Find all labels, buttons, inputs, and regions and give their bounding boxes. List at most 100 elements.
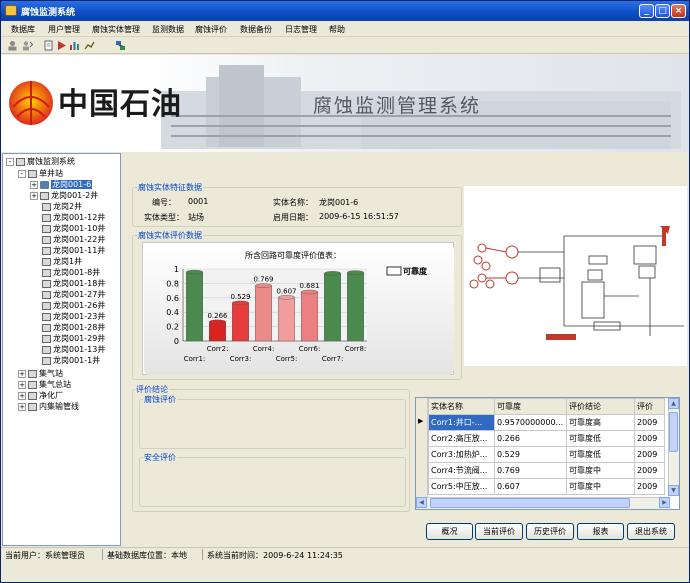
bar-cap — [255, 283, 272, 288]
tree-group-purification-plant[interactable]: + 净化厂 — [18, 390, 63, 401]
menu-corrosion-evaluation[interactable]: 腐蚀评价 — [195, 24, 227, 35]
tree-item-well[interactable]: + 龙岗001-6 — [30, 179, 93, 190]
table-row[interactable]: Corr3:加热炉... 0.529 可靠度低 2009 — [428, 446, 665, 463]
tree-item-well[interactable]: 龙岗001-22井 — [42, 234, 105, 245]
tree-item-well[interactable]: 龙岗001-29井 — [42, 333, 105, 344]
menu-log-management[interactable]: 日志管理 — [285, 24, 317, 35]
column-header[interactable]: 可靠度 — [494, 398, 567, 415]
network-icon[interactable] — [115, 40, 126, 51]
expand-icon[interactable]: + — [30, 180, 38, 189]
bar-cap — [278, 295, 295, 300]
x-tick-label: Corr1: — [184, 355, 206, 363]
horizontal-scrollbar[interactable]: ◀ ▶ — [416, 497, 670, 509]
collapse-icon[interactable]: - — [6, 157, 14, 166]
expand-icon[interactable]: + — [18, 380, 26, 389]
bar-cap — [186, 269, 203, 275]
table-cell[interactable]: 可靠度低 — [566, 430, 635, 447]
current-evaluation-button[interactable]: 当前评价 — [475, 523, 523, 540]
expand-icon[interactable]: + — [18, 369, 26, 378]
scroll-left-icon[interactable]: ◀ — [416, 497, 427, 508]
column-header[interactable]: 评价 — [634, 398, 665, 415]
expand-icon[interactable]: + — [30, 191, 38, 200]
user-switch-icon[interactable] — [22, 40, 33, 51]
table-cell[interactable]: 2009 — [634, 430, 665, 447]
column-header[interactable]: 实体名称 — [428, 398, 495, 415]
menu-help[interactable]: 帮助 — [329, 24, 345, 35]
scroll-right-icon[interactable]: ▶ — [659, 497, 670, 508]
report-button[interactable]: 报表 — [577, 523, 624, 540]
user-icon[interactable] — [7, 40, 18, 51]
table-row[interactable]: Corr4:节流阀... 0.769 可靠度中 2009 — [428, 462, 665, 479]
overview-button[interactable]: 概况 — [426, 523, 473, 540]
vertical-scrollbar[interactable]: ▲ ▼ — [668, 398, 679, 496]
tree-item-well[interactable]: 龙岗001-13井 — [42, 344, 105, 355]
menu-entity-management[interactable]: 腐蚀实体管理 — [92, 24, 140, 35]
scroll-up-icon[interactable]: ▲ — [668, 398, 679, 409]
minimize-button[interactable]: _ — [639, 4, 654, 18]
history-evaluation-button[interactable]: 历史评价 — [526, 523, 574, 540]
table-cell[interactable]: 0.266 — [494, 430, 567, 447]
tree-item-well[interactable]: 龙岗001-28井 — [42, 322, 105, 333]
play-icon[interactable] — [56, 40, 67, 51]
x-tick-label: Corr6: — [299, 345, 321, 353]
table-cell[interactable]: 0.769 — [494, 462, 567, 479]
table-cell[interactable]: Corr3:加热炉... — [428, 446, 495, 463]
tree-group-gathering-station[interactable]: + 集气站 — [18, 368, 63, 379]
tree-group-main-station[interactable]: + 集气总站 — [18, 379, 71, 390]
scroll-down-icon[interactable]: ▼ — [668, 485, 679, 496]
well-icon — [42, 268, 51, 277]
table-cell[interactable]: 可靠度高 — [566, 414, 635, 431]
table-cell[interactable]: 2009 — [634, 478, 665, 495]
expand-icon[interactable]: + — [18, 391, 26, 400]
tree-item-well[interactable]: 龙岗001-10井 — [42, 223, 105, 234]
bar-chart-icon[interactable] — [69, 40, 80, 51]
table-cell[interactable]: 2009 — [634, 446, 665, 463]
table-cell[interactable]: Corr1:井口-... — [428, 414, 495, 431]
table-cell[interactable]: Corr2:高压放... — [428, 430, 495, 447]
menu-data-backup[interactable]: 数据备份 — [240, 24, 272, 35]
tree-item-well[interactable]: 龙岗001-23井 — [42, 311, 105, 322]
table-cell[interactable]: 可靠度低 — [566, 446, 635, 463]
tree-item-well[interactable]: 龙岗001-18井 — [42, 278, 105, 289]
tree-root[interactable]: - 腐蚀监测系统 — [6, 156, 75, 167]
tree-group-single-well[interactable]: - 单井站 — [18, 168, 63, 179]
table-cell[interactable]: 可靠度中 — [566, 462, 635, 479]
tree-item-well[interactable]: 龙岗001-12井 — [42, 212, 105, 223]
table-cell[interactable]: 0.607 — [494, 478, 567, 495]
window-title: 腐蚀监测系统 — [21, 8, 76, 18]
tree-item-well[interactable]: 龙岗001-26井 — [42, 300, 105, 311]
tree-group-pipeline[interactable]: + 内集输管线 — [18, 401, 79, 412]
menu-user-management[interactable]: 用户管理 — [48, 24, 80, 35]
document-icon[interactable] — [43, 40, 54, 51]
close-button[interactable]: × — [671, 4, 686, 18]
horizontal-scroll-thumb[interactable] — [430, 498, 630, 508]
tree-item-well[interactable]: 龙岗1井 — [42, 256, 82, 267]
table-cell[interactable]: 2009 — [634, 462, 665, 479]
collapse-icon[interactable]: - — [18, 169, 26, 178]
expand-icon[interactable]: + — [18, 402, 26, 411]
tree-item-well[interactable]: + 龙岗001-2井 — [30, 190, 98, 201]
table-cell[interactable]: Corr5:中压放... — [428, 478, 495, 495]
vertical-scroll-thumb[interactable] — [669, 412, 678, 452]
tree-item-well[interactable]: 龙岗001-11井 — [42, 245, 105, 256]
folder-icon — [28, 391, 37, 400]
column-header[interactable]: 评价结论 — [566, 398, 635, 415]
maximize-button[interactable]: □ — [655, 4, 670, 18]
table-cell[interactable]: 2009 — [634, 414, 665, 431]
menu-monitoring-data[interactable]: 监测数据 — [152, 24, 184, 35]
y-tick-label: 0.2 — [166, 323, 179, 332]
tree-item-well[interactable]: 龙岗001-1井 — [42, 355, 100, 366]
tree-item-well[interactable]: 龙岗001-8井 — [42, 267, 100, 278]
table-row[interactable]: Corr1:井口-... 0.9570000000... 可靠度高 2009 — [428, 414, 665, 431]
table-cell[interactable]: Corr4:节流阀... — [428, 462, 495, 479]
tree-item-well[interactable]: 龙岗2井 — [42, 201, 82, 212]
table-cell[interactable]: 可靠度中 — [566, 478, 635, 495]
table-row[interactable]: Corr5:中压放... 0.607 可靠度中 2009 — [428, 478, 665, 495]
line-chart-icon[interactable] — [84, 40, 95, 51]
exit-system-button[interactable]: 退出系统 — [627, 523, 675, 540]
table-cell[interactable]: 0.529 — [494, 446, 567, 463]
tree-item-well[interactable]: 龙岗001-27井 — [42, 289, 105, 300]
menu-database[interactable]: 数据库 — [11, 24, 35, 35]
table-cell[interactable]: 0.9570000000... — [494, 414, 567, 431]
table-row[interactable]: Corr2:高压放... 0.266 可靠度低 2009 — [428, 430, 665, 447]
